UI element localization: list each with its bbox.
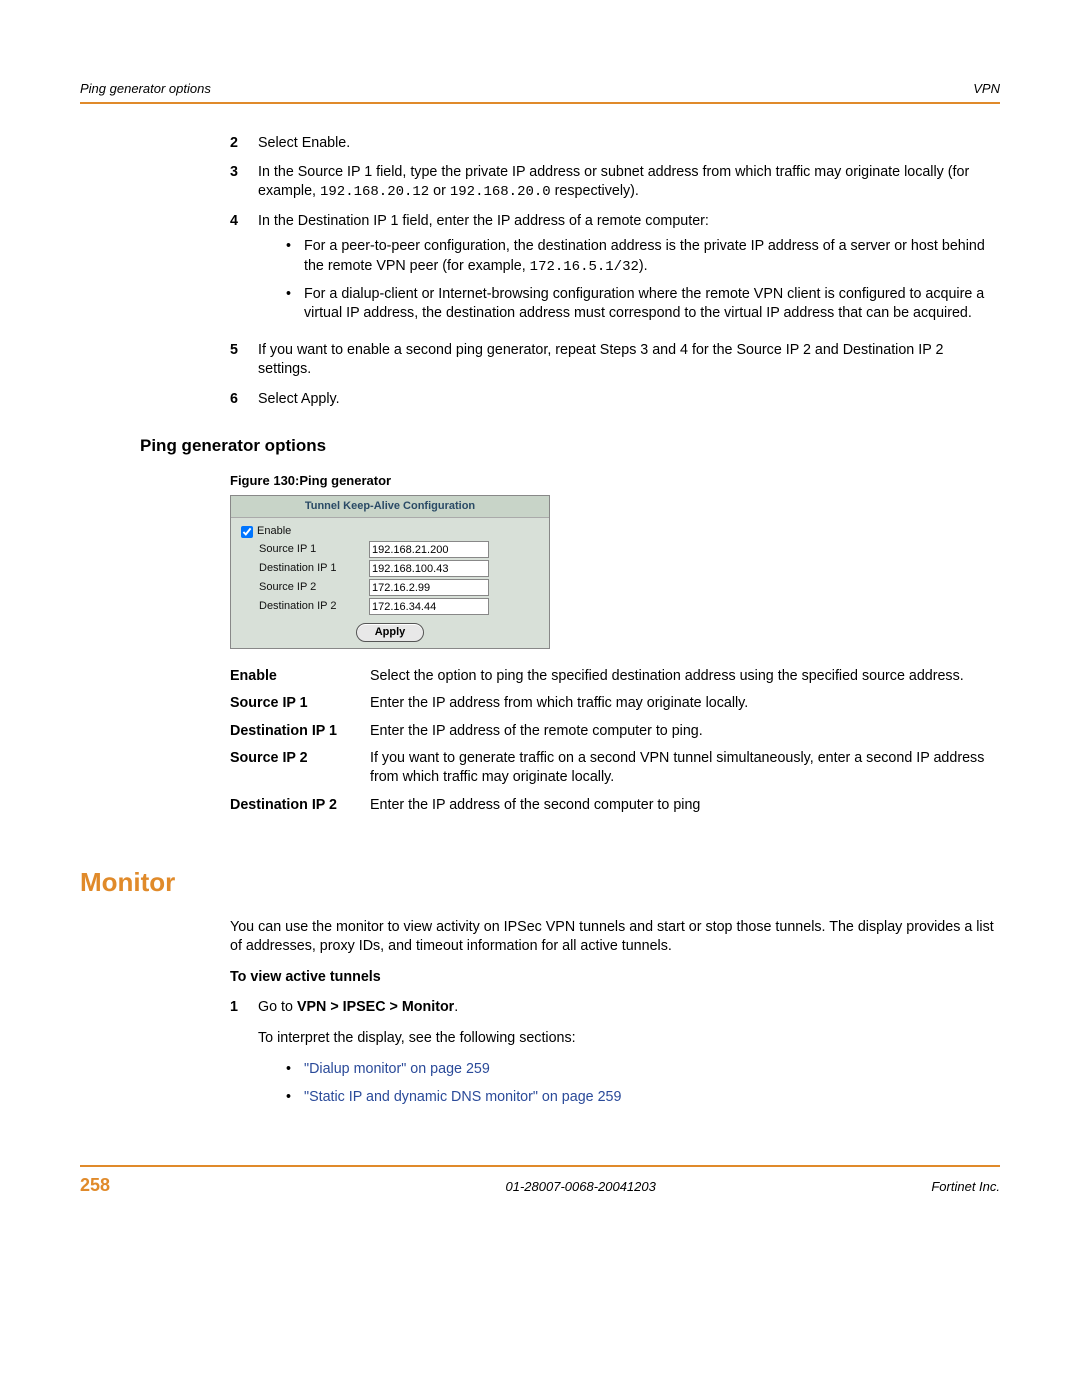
interpret-line: To interpret the display, see the follow… [258, 1029, 1000, 1048]
bullet-icon: • [286, 285, 304, 324]
code-sample: 192.168.20.12 [320, 184, 429, 200]
def-desc: Select the option to ping the specified … [370, 667, 1000, 686]
step-text: In the Destination IP 1 field, enter the… [258, 212, 1000, 331]
howto-heading: To view active tunnels [230, 968, 1000, 987]
dialog-title: Tunnel Keep-Alive Configuration [231, 496, 549, 518]
step-5: 5 If you want to enable a second ping ge… [230, 341, 1000, 380]
section-heading-ping-options: Ping generator options [140, 435, 1000, 458]
running-head-left: Ping generator options [80, 80, 211, 98]
step-6: 6 Select Apply. [230, 390, 1000, 409]
def-term: Source IP 2 [230, 749, 370, 768]
goto-line: Go to VPN > IPSEC > Monitor. [258, 998, 1000, 1017]
running-head-right: VPN [973, 80, 1000, 98]
enable-row: Enable [241, 524, 539, 539]
bullet-icon: • [286, 1060, 304, 1079]
step-number: 3 [230, 163, 258, 182]
def-term: Enable [230, 667, 370, 686]
def-desc: If you want to generate traffic on a sec… [370, 749, 1000, 788]
step-number: 2 [230, 134, 258, 153]
def-row: Source IP 1 Enter the IP address from wh… [230, 694, 1000, 713]
step-text: If you want to enable a second ping gene… [258, 341, 1000, 380]
def-desc: Enter the IP address of the second compu… [370, 796, 1000, 815]
link-list: • "Dialup monitor" on page 259 • "Static… [286, 1060, 1000, 1107]
step-text: Select Apply. [258, 390, 1000, 409]
dest-ip-2-input[interactable] [369, 598, 489, 615]
step-number: 1 [230, 998, 258, 1017]
xref-link[interactable]: "Static IP and dynamic DNS monitor" on p… [304, 1088, 621, 1107]
step-lead: In the Destination IP 1 field, enter the… [258, 212, 1000, 231]
bullet-item: • "Dialup monitor" on page 259 [286, 1060, 1000, 1079]
step-list: 2 Select Enable. 3 In the Source IP 1 fi… [230, 134, 1000, 409]
def-row: Enable Select the option to ping the spe… [230, 667, 1000, 686]
page-number: 258 [80, 1173, 230, 1197]
dialog-footer: Apply [231, 619, 549, 648]
monitor-intro: You can use the monitor to view activity… [230, 918, 1000, 957]
enable-label: Enable [257, 524, 291, 539]
bullet-list: • For a peer-to-peer configuration, the … [286, 237, 1000, 323]
step-text: Select Enable. [258, 134, 1000, 153]
code-sample: 192.168.20.0 [450, 184, 551, 200]
bullet-item: • For a peer-to-peer configuration, the … [286, 237, 1000, 276]
goto-post: . [454, 999, 458, 1015]
def-row: Destination IP 1 Enter the IP address of… [230, 722, 1000, 741]
step-text: In the Source IP 1 field, type the priva… [258, 163, 1000, 202]
monitor-step-1: 1 Go to VPN > IPSEC > Monitor. To interp… [230, 998, 1000, 1115]
figure-block: Figure 130:Ping generator Tunnel Keep-Al… [230, 472, 1000, 815]
step-number: 5 [230, 341, 258, 360]
step-number: 4 [230, 212, 258, 231]
bullet-item: • For a dialup-client or Internet-browsi… [286, 285, 1000, 324]
enable-checkbox[interactable] [241, 526, 253, 538]
def-desc: Enter the IP address from which traffic … [370, 694, 1000, 713]
source-ip-1-input[interactable] [369, 541, 489, 558]
section-heading-monitor: Monitor [80, 865, 1000, 900]
page-footer: 258 01-28007-0068-20041203 Fortinet Inc. [80, 1165, 1000, 1197]
source-ip-2-row: Source IP 2 [241, 579, 539, 596]
bullet-text: For a dialup-client or Internet-browsing… [304, 285, 1000, 324]
goto-pre: Go to [258, 999, 297, 1015]
step-2: 2 Select Enable. [230, 134, 1000, 153]
tunnel-keepalive-dialog: Tunnel Keep-Alive Configuration Enable S… [230, 495, 550, 649]
def-desc: Enter the IP address of the remote compu… [370, 722, 1000, 741]
option-definitions: Enable Select the option to ping the spe… [230, 667, 1000, 815]
source-ip-1-row: Source IP 1 [241, 541, 539, 558]
apply-button[interactable]: Apply [356, 623, 425, 642]
step-text: Go to VPN > IPSEC > Monitor. To interpre… [258, 998, 1000, 1115]
step-number: 6 [230, 390, 258, 409]
company-name: Fortinet Inc. [931, 1178, 1000, 1196]
page-header: Ping generator options VPN [80, 80, 1000, 104]
def-row: Destination IP 2 Enter the IP address of… [230, 796, 1000, 815]
def-term: Destination IP 1 [230, 722, 370, 741]
figure-caption: Figure 130:Ping generator [230, 472, 1000, 490]
dest-ip-1-input[interactable] [369, 560, 489, 577]
bullet-icon: • [286, 237, 304, 276]
field-label: Destination IP 2 [259, 599, 369, 614]
field-label: Source IP 1 [259, 542, 369, 557]
step-3: 3 In the Source IP 1 field, type the pri… [230, 163, 1000, 202]
bullet-item: • "Static IP and dynamic DNS monitor" on… [286, 1088, 1000, 1107]
step-4: 4 In the Destination IP 1 field, enter t… [230, 212, 1000, 331]
field-label: Source IP 2 [259, 580, 369, 595]
def-row: Source IP 2 If you want to generate traf… [230, 749, 1000, 788]
monitor-content: You can use the monitor to view activity… [230, 918, 1000, 1115]
bullet-icon: • [286, 1088, 304, 1107]
field-label: Destination IP 1 [259, 561, 369, 576]
menu-path: VPN > IPSEC > Monitor [297, 999, 454, 1015]
dest-ip-1-row: Destination IP 1 [241, 560, 539, 577]
def-term: Source IP 1 [230, 694, 370, 713]
dialog-body: Enable Source IP 1 Destination IP 1 Sour… [231, 518, 549, 619]
dest-ip-2-row: Destination IP 2 [241, 598, 539, 615]
source-ip-2-input[interactable] [369, 579, 489, 596]
def-term: Destination IP 2 [230, 796, 370, 815]
code-sample: 172.16.5.1/32 [530, 259, 639, 275]
document-id: 01-28007-0068-20041203 [230, 1178, 931, 1196]
bullet-text: For a peer-to-peer configuration, the de… [304, 237, 1000, 276]
xref-link[interactable]: "Dialup monitor" on page 259 [304, 1060, 490, 1079]
